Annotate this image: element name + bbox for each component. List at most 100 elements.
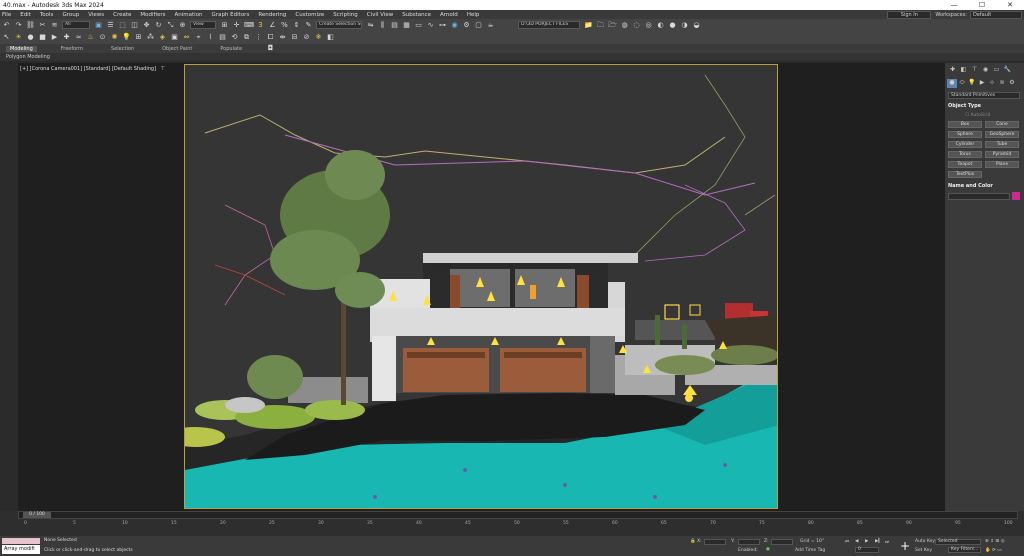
viewport-nav-icons-2[interactable]: ✋ ⟳ ▭	[985, 548, 1002, 553]
menu-substance[interactable]: Substance	[402, 12, 431, 18]
distance-icon[interactable]: ⇔	[182, 33, 191, 42]
tube-button[interactable]: Tube	[985, 141, 1019, 148]
minimize-button[interactable]: —	[940, 0, 968, 10]
link-icon[interactable]: ⛓	[26, 21, 35, 30]
ribbon-options-icon[interactable]: ◘	[266, 44, 275, 53]
named-selection-dropdown[interactable]: Create Selection Se	[316, 21, 362, 29]
menu-arnold[interactable]: Arnold	[440, 12, 458, 18]
utilities-tab-icon[interactable]: 🔧	[1002, 66, 1013, 75]
textplus-button[interactable]: TextPlus	[948, 171, 982, 178]
set-key-button[interactable]: Set Key	[915, 548, 932, 553]
corona-icon-6[interactable]: ◑	[680, 21, 689, 30]
lights-icon[interactable]: 💡	[967, 79, 977, 88]
grid-icon[interactable]: ⊞	[134, 33, 143, 42]
save-project-icon[interactable]: 🗁	[608, 21, 617, 30]
object-type-rollout[interactable]: Object Type	[948, 103, 1020, 110]
mirror-icon[interactable]: ⇋	[366, 21, 375, 30]
cone-button[interactable]: Cone	[985, 121, 1019, 128]
sphere-button[interactable]: Sphere	[948, 131, 982, 138]
menu-modifiers[interactable]: Modifiers	[140, 12, 165, 18]
sphere-icon[interactable]: ●	[26, 33, 35, 42]
snaps-toggle-icon[interactable]: 3	[256, 21, 265, 30]
rectangular-selection-icon[interactable]: ⬚	[118, 21, 127, 30]
object-name-field[interactable]	[948, 193, 1010, 200]
bind-space-warp-icon[interactable]: ≋	[50, 21, 59, 30]
curve-editor-icon[interactable]: ∿	[426, 21, 435, 30]
menu-civil-view[interactable]: Civil View	[367, 12, 393, 18]
snapshot-icon[interactable]: ⧠	[266, 33, 275, 42]
light-icon[interactable]: ☀	[14, 33, 23, 42]
toggle-layer-explorer-icon[interactable]: ▦	[402, 21, 411, 30]
select-object-icon[interactable]: ▣	[94, 21, 103, 30]
space-warps-icon[interactable]: ≋	[997, 79, 1007, 88]
enabled-toggle-icon[interactable]: ●	[766, 547, 770, 552]
next-frame-icon[interactable]: ▶▎	[875, 539, 882, 544]
undo-icon[interactable]: ↶	[2, 21, 11, 30]
tab-selection[interactable]: Selection	[107, 46, 138, 52]
tape-icon[interactable]: ⌇	[206, 33, 215, 42]
object-color-swatch[interactable]	[1012, 192, 1020, 200]
cylinder-button[interactable]: Cylinder	[948, 141, 982, 148]
maxscript-listener-top[interactable]	[2, 538, 40, 544]
corona-icon-4[interactable]: ◐	[656, 21, 665, 30]
hide-icon[interactable]: ⊘	[302, 33, 311, 42]
maximize-button[interactable]: ☐	[968, 0, 996, 10]
set-project-icon[interactable]: 📁	[584, 21, 593, 30]
project-folder-dropdown[interactable]: D:\3D PORJECT FILES	[518, 21, 580, 29]
render-setup-icon[interactable]: ⚙	[462, 21, 471, 30]
tab-populate[interactable]: Populate	[216, 46, 246, 52]
object-type-title[interactable]: Object Type	[948, 103, 981, 109]
edit-named-selection-icon[interactable]: ✎	[304, 21, 313, 30]
place-icon[interactable]: ⊕	[178, 21, 187, 30]
x-coordinate-field[interactable]	[704, 539, 726, 545]
target-icon[interactable]: ⊙	[98, 33, 107, 42]
isolate-icon[interactable]: ◧	[326, 33, 335, 42]
maxscript-mini-listener[interactable]: Array modifi	[2, 545, 40, 554]
viewport-filter-icon[interactable]: ⊤	[161, 66, 165, 72]
teapot-icon[interactable]: ♨	[86, 33, 95, 42]
corona-icon-7[interactable]: ◒	[692, 21, 701, 30]
auto-key-button[interactable]: Auto Key	[915, 539, 935, 544]
render-production-icon[interactable]: ☕	[486, 21, 495, 30]
sign-in-button[interactable]: Sign In	[887, 10, 932, 19]
pivot-icon[interactable]: ⌖	[194, 33, 203, 42]
menu-customize[interactable]: Customize	[295, 12, 324, 18]
tab-modeling[interactable]: Modeling	[6, 45, 37, 52]
menu-help[interactable]: Help	[467, 12, 480, 18]
keyboard-shortcut-icon[interactable]: ⌨	[244, 21, 254, 30]
shapes-icon[interactable]: ⬭	[957, 79, 967, 88]
spinner-snap-icon[interactable]: ⇕	[292, 21, 301, 30]
menu-file[interactable]: File	[2, 12, 11, 18]
menu-graph-editors[interactable]: Graph Editors	[212, 12, 250, 18]
close-button[interactable]: ✕	[996, 0, 1024, 10]
scale-icon[interactable]: ⤡	[166, 21, 175, 30]
play-icon[interactable]: ▶	[865, 539, 868, 544]
prev-frame-icon[interactable]: ◀	[855, 539, 858, 544]
viewport-nav-icons[interactable]: ⊕ ↕ ⊞ ◎	[985, 539, 1005, 544]
toggle-scene-explorer-icon[interactable]: ▤	[390, 21, 399, 30]
rotate-icon[interactable]: ↻	[154, 21, 163, 30]
track-bar[interactable]: 0 5 10 15 20 25 30 35 40 45 50 55 60 65 70 75 80 85 90 95 10…	[18, 521, 1018, 533]
hierarchy-tab-icon[interactable]: ⊤	[969, 66, 980, 75]
goto-end-icon[interactable]: ⏭	[885, 539, 889, 545]
add-time-tag[interactable]: Add Time Tag	[795, 548, 825, 553]
spacewarp-icon[interactable]: ≈	[74, 33, 83, 42]
teapot-button[interactable]: Teapot	[948, 161, 982, 168]
percent-snap-icon[interactable]: %	[280, 21, 289, 30]
scatter-icon[interactable]: ⁂	[146, 33, 155, 42]
menu-create[interactable]: Create	[113, 12, 131, 18]
modify-tab-icon[interactable]: ◧	[958, 66, 969, 75]
corona-icon-2[interactable]: ◌	[632, 21, 641, 30]
bulb-icon[interactable]: 💡	[122, 33, 131, 42]
y-coordinate-field[interactable]	[738, 539, 760, 545]
select-icon[interactable]: ↖	[2, 33, 11, 42]
menu-tools[interactable]: Tools	[40, 12, 54, 18]
display-tab-icon[interactable]: ▭	[991, 66, 1002, 75]
autogrid-checkbox[interactable]: ☐ AutoGrid	[965, 113, 990, 118]
cameras-icon[interactable]: ▶	[977, 79, 987, 88]
layer-icon[interactable]: ▤	[218, 33, 227, 42]
select-by-name-icon[interactable]: ☰	[106, 21, 115, 30]
viewport-label[interactable]: [+] [Corona Camera001] [Standard] [Defau…	[20, 66, 165, 72]
pyramid-button[interactable]: Pyramid	[985, 151, 1019, 158]
unlink-icon[interactable]: ✂	[38, 21, 47, 30]
